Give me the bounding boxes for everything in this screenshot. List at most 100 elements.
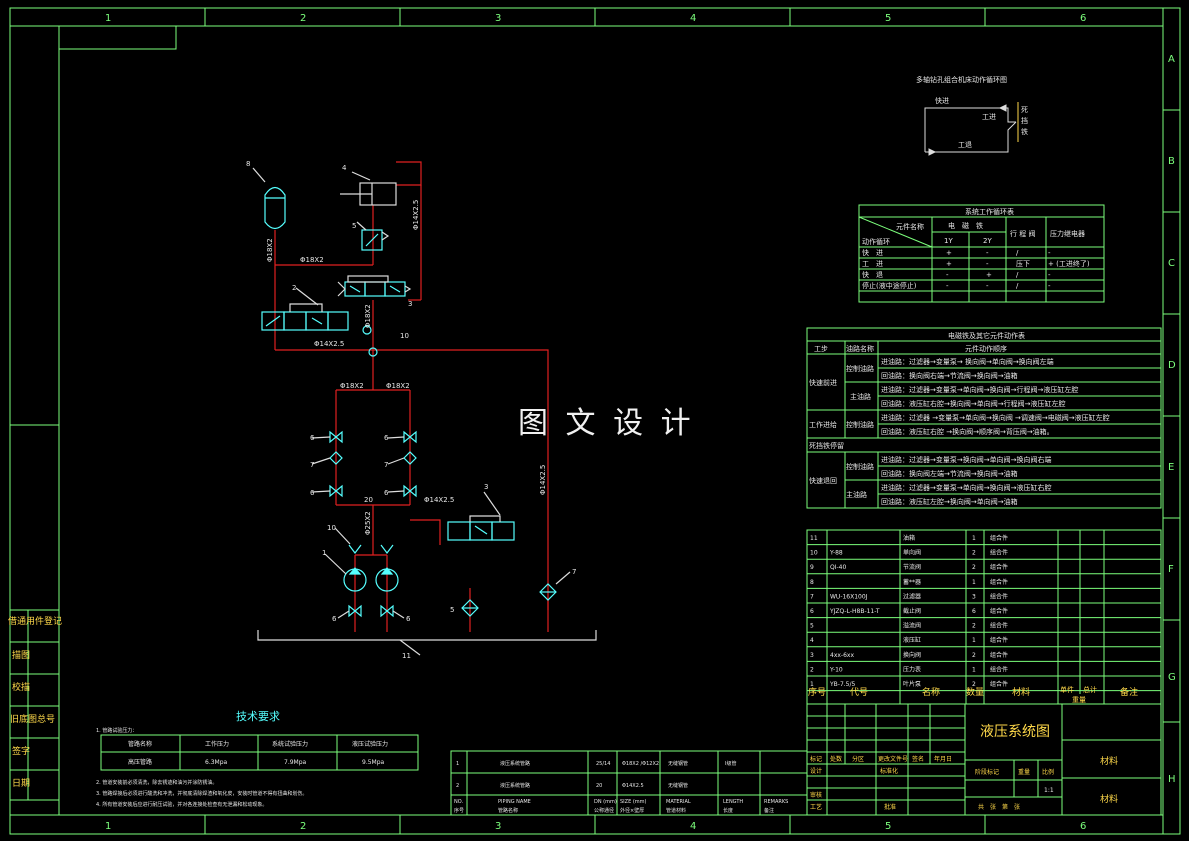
action-table-h-circuit: 油路名称 xyxy=(846,344,874,353)
col-label: 6 xyxy=(1080,821,1086,832)
cycle-table: 系统工作循环表 元件名称 动作循环 电 磁 铁 1Y 2Y 行 程 阀 压力继电… xyxy=(858,204,1105,303)
cycle-row-2y: - xyxy=(986,249,989,257)
left-label: 描图 xyxy=(12,649,30,661)
tb-mark: 标记 xyxy=(810,755,822,763)
parts-h-weight: 重量 xyxy=(1072,696,1086,704)
tb-scale: 比例 xyxy=(1042,768,1054,776)
action-line: 进油路：过滤器 →变量泵→单向阀→换向阀 →调速阀→电磁阀→液压缸左腔 xyxy=(881,413,1110,422)
tb-design: 设计 xyxy=(810,767,822,775)
tank-line xyxy=(257,630,597,641)
action-group-return: 快速退回 xyxy=(809,476,837,485)
pipe-header-cn: 管路名称 xyxy=(498,807,518,814)
label-2: 2 xyxy=(292,284,296,292)
row-labels: A B C D E F G H xyxy=(1168,54,1176,785)
cycle-row-relay: - xyxy=(1048,271,1051,279)
shutoff-valve-group-left xyxy=(311,430,343,498)
pipe-label: Φ18X2 xyxy=(300,256,324,264)
pipe-row-cell: 2 xyxy=(456,783,459,789)
parts-row-qty: 2 xyxy=(972,564,976,571)
pipe-label: Φ14X2.5 xyxy=(412,200,420,230)
parts-row-name: 换向阀 xyxy=(903,651,921,659)
parts-row-name: 压力表 xyxy=(903,665,921,673)
parts-h-unit: 单件 xyxy=(1060,685,1074,694)
col-label: 6 xyxy=(1080,13,1086,24)
pipe-header-cn: 管道材料 xyxy=(666,807,686,814)
parts-row-material: 组合件 xyxy=(990,592,1008,600)
cycle-row-action: 工 进 xyxy=(862,260,883,268)
action-group-work: 工作进给 xyxy=(809,420,837,429)
parts-row-code: Y-88 xyxy=(829,550,843,557)
label-6f: 6 xyxy=(406,615,411,623)
parts-row-qty: 6 xyxy=(972,608,976,615)
material-label-2: 材料 xyxy=(1100,793,1118,805)
parts-row-no: 2 xyxy=(810,666,814,673)
cycle-row-1y: + xyxy=(946,249,952,257)
action-ctl: 控制油路 xyxy=(846,462,874,471)
cycle-row-relay: - xyxy=(1048,282,1051,290)
pipe-header-en: DN (mm) xyxy=(594,799,617,805)
parts-row-name: 过滤器 xyxy=(903,592,921,600)
pipe-table: 1 液压系统管路 25/14 Φ18X2 /Φ12X2 无缝钢管 Ⅰ级管 2 液压系统管路 20… xyxy=(450,750,808,816)
pipe-header-cn: 长度 xyxy=(723,807,733,814)
parts-row-material: 组合件 xyxy=(990,534,1008,542)
pipe-label: Φ18X2 xyxy=(266,238,274,262)
row-label: B xyxy=(1168,156,1175,167)
parts-row-name: 单向阀 xyxy=(903,549,921,557)
parts-row-no: 11 xyxy=(810,535,818,542)
parts-row-qty: 3 xyxy=(972,593,976,600)
parts-row-no: 7 xyxy=(810,593,814,600)
tech-th: 工作压力 xyxy=(205,740,229,748)
parts-row-code: WU-16X100J xyxy=(830,593,868,600)
parts-row-no: 1 xyxy=(810,681,814,688)
parts-row-qty: 1 xyxy=(972,535,976,542)
col-label: 3 xyxy=(495,821,501,832)
action-table-h-action: 元件动作顺序 xyxy=(965,344,1007,353)
tb-docno: 更改文件号 xyxy=(878,755,908,763)
label-3: 3 xyxy=(408,300,412,308)
pipe-row-cell: 20 xyxy=(596,783,602,789)
cycle-diagram-title: 多轴钻孔组合机床动作循环图 xyxy=(916,75,1007,84)
cycle-row-valve: 压下 xyxy=(1016,260,1030,268)
pipe-header-cn: 公称通径 xyxy=(594,807,614,814)
parts-row-no: 8 xyxy=(810,579,814,586)
cycle-row-valve: / xyxy=(1016,271,1019,279)
parts-h-no: 序号 xyxy=(808,686,826,698)
parts-row-material: 组合件 xyxy=(990,607,1008,615)
parts-row-no: 5 xyxy=(810,623,814,630)
parts-row-material: 组合件 xyxy=(990,622,1008,630)
left-strip-labels: 借通用件登记 描图 校描 旧底图总号 签字 日期 xyxy=(8,615,62,789)
parts-row-no: 6 xyxy=(810,608,814,615)
cycle-back: 工退 xyxy=(958,140,972,149)
pipe-label: Φ14X2.5 xyxy=(314,340,344,348)
pipe-header-en: REMARKS xyxy=(764,799,788,805)
label-5b: 5 xyxy=(450,606,454,614)
parts-row-material: 组合件 xyxy=(990,665,1008,673)
action-group-fast: 快速前进 xyxy=(809,378,837,387)
tech-item-2: 2. 管道安装前必须清洗，除去锈迹和油污并涂防锈油。 xyxy=(96,779,217,786)
parts-row-code: YJZQ-L-H8B-11-T xyxy=(829,608,880,615)
parts-row-name: 蓄**器 xyxy=(903,578,921,586)
label-7c: 7 xyxy=(572,568,576,576)
col-label: 5 xyxy=(885,13,891,24)
tb-std: 标准化 xyxy=(880,767,898,775)
col-label: 1 xyxy=(105,821,111,832)
cycle-row-2y: - xyxy=(986,260,989,268)
pipe-row-cell: 无缝钢管 xyxy=(668,760,688,767)
parts-row-name: 节流阀 xyxy=(903,563,921,571)
cycle-row-valve: / xyxy=(1016,249,1019,257)
col-label: 3 xyxy=(495,13,501,24)
parts-row-no: 4 xyxy=(810,637,814,644)
cycle-row-1y: - xyxy=(946,282,949,290)
directional-valve-icon xyxy=(337,275,412,297)
tb-sign: 签名 xyxy=(912,755,924,763)
pipe-header-en: SIZE (mm) xyxy=(620,799,647,805)
parts-row-qty: 1 xyxy=(972,666,976,673)
material-label-1: 材料 xyxy=(1100,755,1118,767)
tech-td: 9.5Mpa xyxy=(362,759,385,766)
pipe-row-cell: Φ14X2.5 xyxy=(622,783,644,789)
pipe-row-cell: 无缝钢管 xyxy=(668,782,688,789)
pipe-row-cell: 1 xyxy=(456,761,459,767)
label-11: 11 xyxy=(402,652,411,660)
cycle-row-1y: + xyxy=(946,260,952,268)
pipe-header-en: NO. xyxy=(454,799,463,805)
